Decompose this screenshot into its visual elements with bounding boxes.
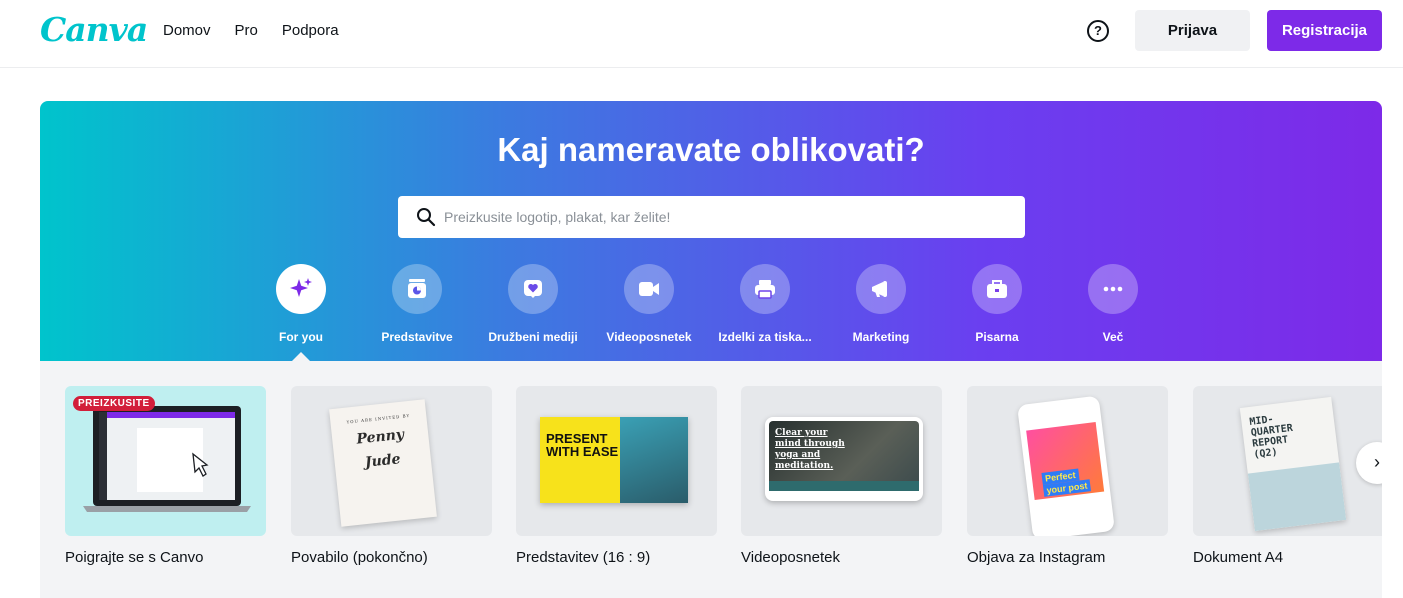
design-card-invitation[interactable]: YOU ARE INVITED BY Penny Jude Povabilo (… (291, 386, 492, 566)
login-button[interactable]: Prijava (1135, 10, 1250, 51)
search-input[interactable] (444, 196, 1004, 238)
category-social-media[interactable]: Družbeni mediji (475, 264, 591, 344)
category-label: Več (1102, 330, 1124, 344)
category-more[interactable]: Več (1055, 264, 1171, 344)
card-thumbnail: Perfect your post (967, 386, 1168, 536)
presentation-headline-2: WITH EASE (546, 444, 619, 459)
video-text-1: Clear your (775, 428, 828, 438)
document-preview: MID- QUARTER REPORT (Q2) (1239, 396, 1347, 532)
category-label: Videoposnetek (606, 330, 692, 344)
category-label: Predstavitve (381, 330, 453, 344)
card-title: Dokument A4 (1193, 549, 1284, 566)
presentation-icon (408, 279, 426, 298)
briefcase-icon (987, 280, 1007, 298)
signup-button[interactable]: Registracija (1267, 10, 1382, 51)
presentation-preview: PRESENT WITH EASE (540, 417, 688, 503)
canva-logo[interactable]: Canva (40, 10, 148, 49)
heart-icon (524, 280, 542, 298)
category-video[interactable]: Videoposnetek (591, 264, 707, 344)
category-label: Izdelki za tiska... (718, 330, 812, 344)
video-text-3: yoga and (775, 450, 821, 460)
category-presentations[interactable]: Predstavitve (359, 264, 475, 344)
invitation-preview: YOU ARE INVITED BY Penny Jude (329, 399, 437, 527)
presentation-photo (620, 417, 688, 503)
printer-icon (755, 280, 775, 299)
design-suggestions: PREIZKUSITE Poigrajte se s Canvo YOU ARE… (40, 361, 1382, 598)
category-label: Pisarna (975, 330, 1019, 344)
search-bar[interactable] (398, 196, 1025, 238)
category-label: Marketing (852, 330, 910, 344)
category-label: Družbeni mediji (488, 330, 578, 344)
card-title: Poigrajte se s Canvo (65, 549, 204, 566)
card-title: Povabilo (pokončno) (291, 549, 428, 566)
category-row: For you Predstavitve Družbeni mediji Vid… (40, 264, 1382, 361)
design-card-a4-document[interactable]: MID- QUARTER REPORT (Q2) Dokument A4 (1193, 386, 1382, 566)
video-text-4: meditation. (775, 461, 834, 471)
category-for-you[interactable]: For you (243, 264, 359, 344)
design-card-instagram[interactable]: Perfect your post Objava za Instagram (967, 386, 1168, 566)
design-card-video[interactable]: Clear your mind through yoga and meditat… (741, 386, 942, 566)
card-thumbnail: YOU ARE INVITED BY Penny Jude (291, 386, 492, 536)
category-marketing[interactable]: Marketing (823, 264, 939, 344)
card-thumbnail: PRESENT WITH EASE (516, 386, 717, 536)
video-preview: Clear your mind through yoga and meditat… (765, 417, 923, 501)
more-icon (1103, 286, 1123, 292)
card-title: Objava za Instagram (967, 549, 1106, 566)
nav-support[interactable]: Podpora (282, 22, 339, 39)
main-nav: Domov Pro Podpora (163, 22, 363, 39)
search-icon (417, 208, 436, 227)
design-card-presentation[interactable]: PRESENT WITH EASE Predstavitev (16 : 9) (516, 386, 717, 566)
invitation-name-1: Penny (355, 426, 405, 448)
help-icon[interactable]: ? (1087, 20, 1109, 42)
card-title: Videoposnetek (741, 549, 840, 566)
nav-home[interactable]: Domov (163, 22, 211, 39)
card-title: Predstavitev (16 : 9) (516, 549, 651, 566)
card-thumbnail: PREIZKUSITE (65, 386, 266, 536)
video-progress-bar (769, 481, 919, 491)
category-label: For you (279, 330, 323, 344)
card-thumbnail: MID- QUARTER REPORT (Q2) (1193, 386, 1382, 536)
hero-title: Kaj nameravate oblikovati? (497, 131, 925, 168)
invitation-small-text: YOU ARE INVITED BY (346, 412, 411, 425)
try-badge: PREIZKUSITE (73, 396, 155, 411)
design-card-play[interactable]: PREIZKUSITE Poigrajte se s Canvo (65, 386, 266, 566)
card-thumbnail: Clear your mind through yoga and meditat… (741, 386, 942, 536)
hero-banner: Kaj nameravate oblikovati? For you (40, 101, 1382, 361)
video-text-2: mind through (775, 439, 845, 449)
nav-pro[interactable]: Pro (235, 22, 258, 39)
megaphone-icon (872, 281, 887, 297)
top-navigation: Canva Domov Pro Podpora ? Prijava Regist… (0, 0, 1403, 68)
invitation-name-2: Jude (364, 451, 402, 471)
sparkle-icon (290, 278, 312, 297)
document-title-4: (Q2) (1252, 446, 1279, 461)
instagram-preview: Perfect your post (1017, 395, 1115, 536)
active-category-indicator (291, 352, 311, 361)
video-icon (639, 282, 659, 296)
category-print-products[interactable]: Izdelki za tiska... (707, 264, 823, 344)
category-office[interactable]: Pisarna (939, 264, 1055, 344)
